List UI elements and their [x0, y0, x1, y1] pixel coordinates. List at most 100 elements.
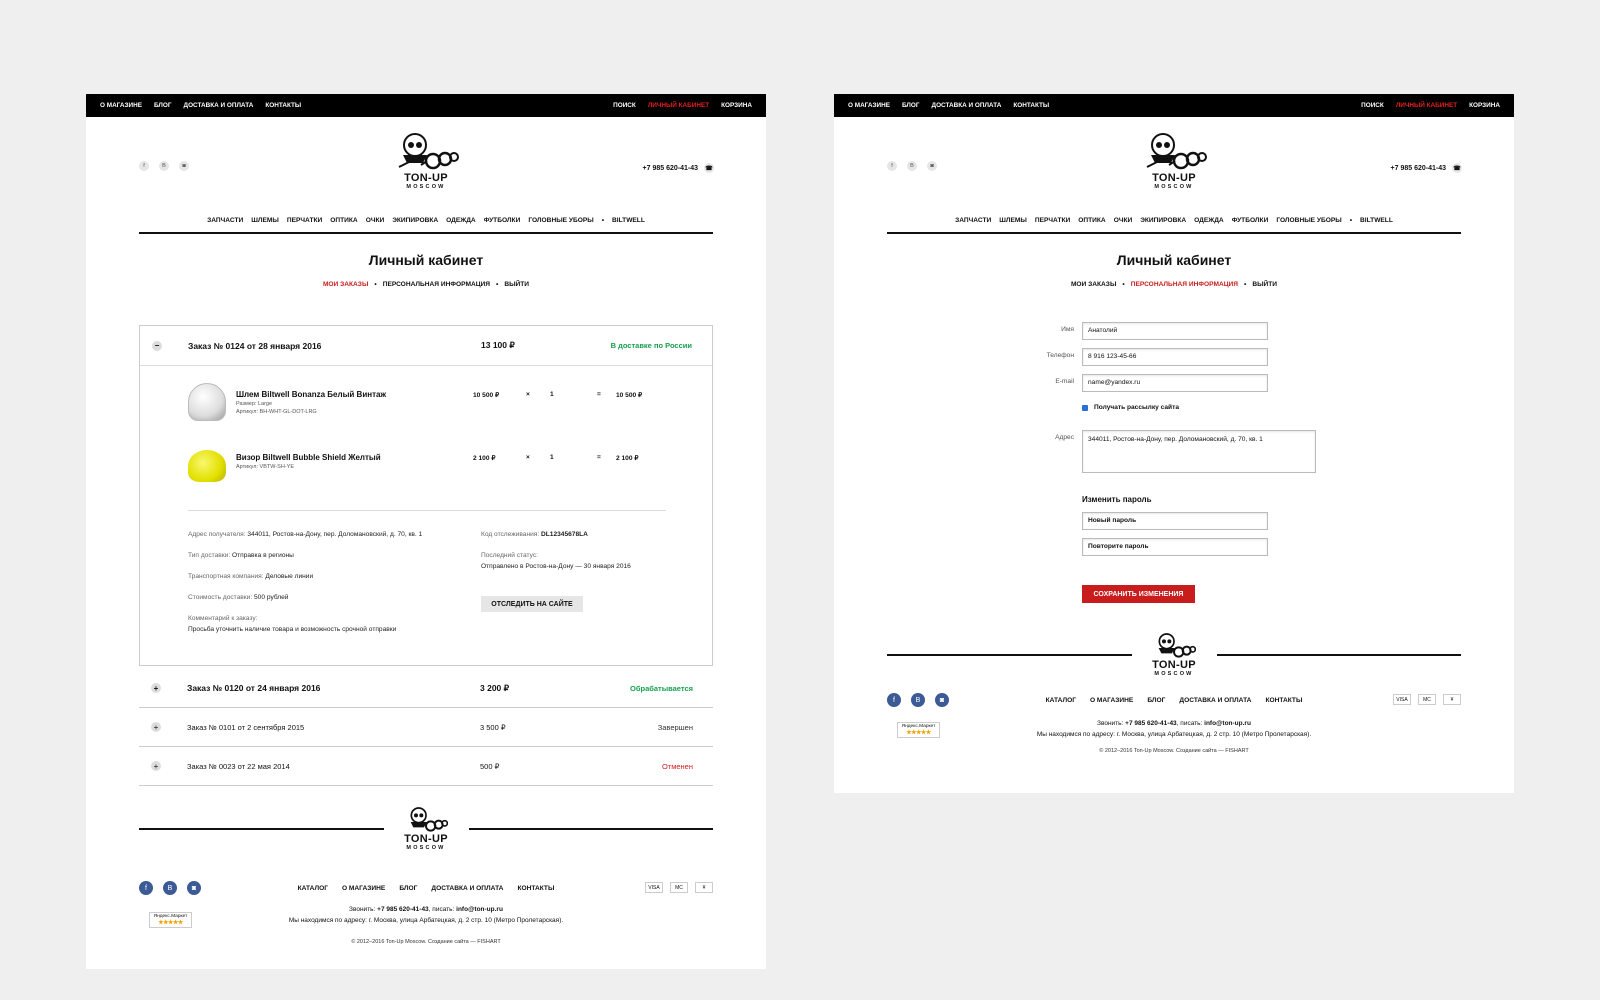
name-field[interactable]: Анатолий [1082, 322, 1268, 340]
header-phone[interactable]: +7 985 620-41-43 ☎ [643, 163, 714, 173]
instagram-icon[interactable]: ◙ [927, 161, 937, 171]
repeat-password-field[interactable]: Повторите пароль [1082, 538, 1268, 556]
cat-clothing[interactable]: ОДЕЖДА [1194, 217, 1224, 224]
new-password-field[interactable]: Новый пароль [1082, 512, 1268, 530]
cat-biltwell[interactable]: BILTWELL [612, 217, 645, 224]
cat-tshirts[interactable]: ФУТБОЛКИ [484, 217, 521, 224]
cat-parts[interactable]: ЗАПЧАСТИ [955, 217, 991, 224]
footer-contacts[interactable]: КОНТАКТЫ [517, 885, 554, 892]
save-button[interactable]: СОХРАНИТЬ ИЗМЕНЕНИЯ [1082, 585, 1195, 603]
footer-phone[interactable]: +7 985 620-41-43 [1125, 720, 1177, 727]
nav-contacts[interactable]: КОНТАКТЫ [1013, 102, 1049, 109]
footer-phone[interactable]: +7 985 620-41-43 [377, 906, 429, 913]
nav-search[interactable]: ПОИСК [613, 102, 636, 109]
footer-about[interactable]: О МАГАЗИНЕ [342, 885, 385, 892]
logo[interactable]: TON-UP MOSCOW [1139, 131, 1209, 191]
cat-clothing[interactable]: ОДЕЖДА [446, 217, 476, 224]
footer-email[interactable]: info@ton-up.ru [456, 906, 503, 913]
nav-delivery[interactable]: ДОСТАВКА И ОПЛАТА [932, 102, 1002, 109]
footer-about[interactable]: О МАГАЗИНЕ [1090, 697, 1133, 704]
item-name[interactable]: Визор Biltwell Bubble Shield Желтый [236, 453, 381, 462]
cat-gloves[interactable]: ПЕРЧАТКИ [1035, 217, 1070, 224]
vk-icon[interactable]: В [907, 161, 917, 171]
tab-orders[interactable]: МОИ ЗАКАЗЫ [1071, 281, 1116, 288]
cat-headwear[interactable]: ГОЛОВНЫЕ УБОРЫ [528, 217, 593, 224]
footer-email[interactable]: info@ton-up.ru [1204, 720, 1251, 727]
footer-blog[interactable]: БЛОГ [399, 885, 417, 892]
footer-catalog[interactable]: КАТАЛОГ [298, 885, 328, 892]
nav-account[interactable]: ЛИЧНЫЙ КАБИНЕТ [1396, 102, 1457, 109]
cat-goggles[interactable]: ОЧКИ [366, 217, 385, 224]
cat-tshirts[interactable]: ФУТБОЛКИ [1232, 217, 1269, 224]
social-links: f В ◙ [139, 161, 189, 171]
tab-orders[interactable]: МОИ ЗАКАЗЫ [323, 281, 368, 288]
cat-helmets[interactable]: ШЛЕМЫ [251, 217, 279, 224]
cat-parts[interactable]: ЗАПЧАСТИ [207, 217, 243, 224]
nav-blog[interactable]: БЛОГ [154, 102, 172, 109]
nav-cart[interactable]: КОРЗИНА [1469, 102, 1500, 109]
cat-gear[interactable]: ЭКИПИРОВКА [392, 217, 438, 224]
instagram-icon[interactable]: ◙ [179, 161, 189, 171]
nav-search[interactable]: ПОИСК [1361, 102, 1384, 109]
cat-gear[interactable]: ЭКИПИРОВКА [1140, 217, 1186, 224]
order-header[interactable]: − Заказ № 0124 от 28 января 2016 13 100 … [140, 326, 712, 366]
footer-address: Мы находимся по адресу: г. Москва, улица… [288, 917, 564, 924]
nav-about[interactable]: О МАГАЗИНЕ [848, 102, 890, 109]
separator-dot: • [1122, 281, 1125, 288]
footer-catalog[interactable]: КАТАЛОГ [1046, 697, 1076, 704]
order-row[interactable]: + Заказ № 0120 от 24 января 2016 3 200 ₽… [139, 669, 713, 708]
phone-number: +7 985 620-41-43 [642, 164, 698, 172]
footer-delivery[interactable]: ДОСТАВКА И ОПЛАТА [1179, 697, 1251, 704]
facebook-icon[interactable]: f [887, 161, 897, 171]
footer-logo[interactable]: TON-UP MOSCOW [384, 806, 469, 852]
newsletter-checkbox-row[interactable]: Получать рассылку сайта [1082, 404, 1179, 411]
nav-blog[interactable]: БЛОГ [902, 102, 920, 109]
times-sign: × [526, 454, 530, 461]
footer-delivery[interactable]: ДОСТАВКА И ОПЛАТА [431, 885, 503, 892]
tab-logout[interactable]: ВЫЙТИ [1252, 281, 1277, 288]
account-tabs: МОИ ЗАКАЗЫ • ПЕРСОНАЛЬНАЯ ИНФОРМАЦИЯ • В… [834, 281, 1514, 288]
cat-optics[interactable]: ОПТИКА [1078, 217, 1105, 224]
phone-field[interactable]: 8 916 123-45-66 [1082, 348, 1268, 366]
expand-icon[interactable]: + [151, 761, 161, 771]
footer-logo[interactable]: TON-UP MOSCOW [1132, 632, 1217, 678]
helmet-image[interactable] [188, 383, 226, 421]
cat-gloves[interactable]: ПЕРЧАТКИ [287, 217, 322, 224]
skull-moto-logo-icon [410, 807, 448, 832]
expand-icon[interactable]: + [151, 722, 161, 732]
order-row[interactable]: + Заказ № 0101 от 2 сентября 2015 3 500 … [139, 708, 713, 747]
nav-delivery[interactable]: ДОСТАВКА И ОПЛАТА [184, 102, 254, 109]
mastercard-icon: MC [1418, 694, 1436, 705]
nav-account[interactable]: ЛИЧНЫЙ КАБИНЕТ [648, 102, 709, 109]
cat-goggles[interactable]: ОЧКИ [1114, 217, 1133, 224]
contact-line: Звонить: +7 985 620-41-43, писать: info@… [349, 906, 503, 913]
track-button[interactable]: ОТСЛЕДИТЬ НА САЙТЕ [481, 596, 583, 612]
tab-personal[interactable]: ПЕРСОНАЛЬНАЯ ИНФОРМАЦИЯ [1131, 281, 1238, 288]
header-phone[interactable]: +7 985 620-41-43 ☎ [1391, 163, 1462, 173]
footer-blog[interactable]: БЛОГ [1147, 697, 1165, 704]
address-textarea[interactable]: 344011, Ростов-на-Дону, пер. Доломановск… [1082, 430, 1316, 473]
yandex-money-icon: ¥ [1443, 694, 1461, 705]
cat-helmets[interactable]: ШЛЕМЫ [999, 217, 1027, 224]
separator-dot: • [1244, 281, 1247, 288]
cat-optics[interactable]: ОПТИКА [330, 217, 357, 224]
visor-image[interactable] [188, 450, 226, 482]
checkbox-icon[interactable] [1082, 404, 1088, 411]
footer-contacts[interactable]: КОНТАКТЫ [1265, 697, 1302, 704]
nav-cart[interactable]: КОРЗИНА [721, 102, 752, 109]
expand-icon[interactable]: + [151, 683, 161, 693]
nav-contacts[interactable]: КОНТАКТЫ [265, 102, 301, 109]
item-name[interactable]: Шлем Biltwell Bonanza Белый Винтаж [236, 390, 386, 399]
logo[interactable]: TON-UP MOSCOW [391, 131, 461, 191]
tab-logout[interactable]: ВЫЙТИ [504, 281, 529, 288]
logo-subtitle: MOSCOW [406, 184, 446, 190]
cat-biltwell[interactable]: BILTWELL [1360, 217, 1393, 224]
vk-icon[interactable]: В [159, 161, 169, 171]
order-row[interactable]: + Заказ № 0023 от 22 мая 2014 500 ₽ Отме… [139, 747, 713, 786]
collapse-icon[interactable]: − [152, 340, 162, 351]
nav-about[interactable]: О МАГАЗИНЕ [100, 102, 142, 109]
tab-personal[interactable]: ПЕРСОНАЛЬНАЯ ИНФОРМАЦИЯ [383, 281, 490, 288]
facebook-icon[interactable]: f [139, 161, 149, 171]
cat-headwear[interactable]: ГОЛОВНЫЕ УБОРЫ [1276, 217, 1341, 224]
email-field[interactable]: name@yandex.ru [1082, 374, 1268, 392]
